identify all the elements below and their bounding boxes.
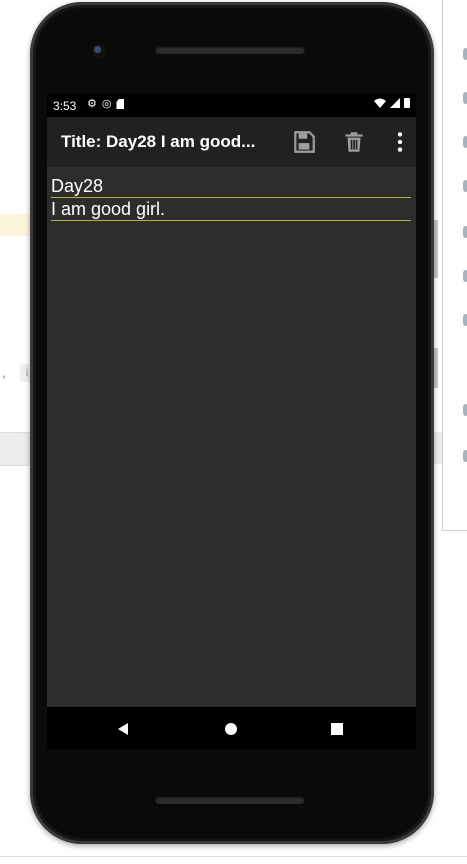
note-line[interactable]: I am good girl. (51, 198, 411, 221)
save-button[interactable] (291, 129, 317, 155)
delete-icon (345, 132, 363, 152)
sync-icon: ◎ (101, 98, 112, 110)
front-camera (92, 44, 106, 58)
status-icons-right (374, 98, 410, 108)
background-divider (0, 856, 467, 857)
delete-button[interactable] (341, 129, 367, 155)
sd-card-icon (116, 99, 125, 109)
bottom-speaker (155, 796, 305, 804)
app-toolbar: Title: Day28 I am good... (47, 117, 416, 167)
toolbar-title: Title: Day28 I am good... (61, 132, 256, 151)
save-icon (294, 131, 315, 153)
note-editor[interactable]: Day28 I am good girl. (47, 167, 416, 707)
background-tool-panel (442, 0, 467, 531)
home-button[interactable] (219, 717, 243, 741)
battery-icon (404, 98, 410, 108)
note-line[interactable]: Day28 (51, 175, 411, 198)
settings-icon: ⚙ (87, 98, 97, 110)
status-time: 3:53 (53, 99, 77, 113)
navigation-bar (47, 707, 416, 749)
top-speaker (155, 46, 305, 54)
recents-icon (331, 723, 343, 735)
status-icons-left: ⚙ ◎ (87, 98, 125, 110)
home-icon (225, 723, 237, 735)
background-text-fragment: , (2, 364, 6, 380)
wifi-icon (374, 98, 386, 108)
signal-icon (390, 98, 400, 108)
more-vert-icon (397, 132, 403, 152)
back-icon (118, 723, 128, 735)
recents-button[interactable] (325, 717, 349, 741)
more-options-button[interactable] (387, 129, 413, 155)
status-bar: 3:53 ⚙ ◎ (47, 93, 416, 117)
device-screen: 3:53 ⚙ ◎ Title: Day28 I am good... Day28… (47, 93, 416, 749)
back-button[interactable] (111, 717, 135, 741)
